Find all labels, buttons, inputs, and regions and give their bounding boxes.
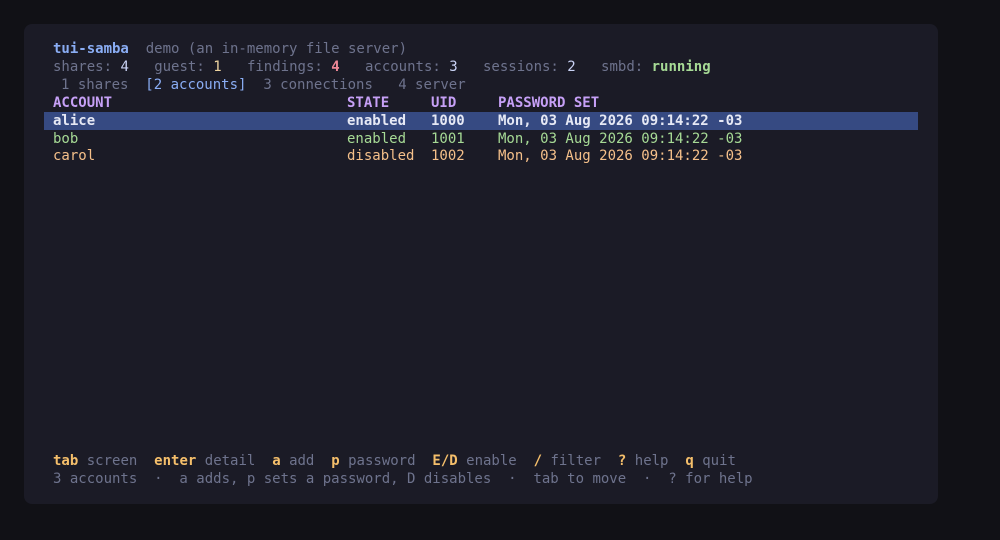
col-password-set: PASSWORD SET [498, 95, 600, 111]
findings-count: 4 [331, 59, 340, 75]
key-quit-desc: quit [702, 453, 736, 469]
cell-uid: 1002 [431, 148, 465, 164]
tab-server[interactable]: 4 server [398, 77, 465, 93]
key-enter: enter [154, 453, 197, 469]
cell-account: alice [53, 113, 96, 129]
key-help-desc: help [634, 453, 669, 469]
tab-shares[interactable]: 1 shares [61, 77, 128, 93]
smbd-status: running [651, 59, 711, 75]
status-line: 3 accounts · a adds, p sets a password, … [53, 471, 753, 487]
cell-account: carol [53, 148, 96, 164]
key-filter-desc: filter [550, 453, 602, 469]
key-enable-desc: enable [466, 453, 517, 469]
key-enter-desc: detail [204, 453, 256, 469]
key-password: p [331, 453, 340, 469]
key-quit: q [685, 453, 694, 469]
key-add-desc: add [289, 453, 315, 469]
cell-password-set: Mon, 03 Aug 2026 09:14:22 -03 [498, 148, 743, 164]
title-line: tui-samba demo (an in-memory file server… [53, 40, 407, 58]
table-row[interactable]: carol disabled 1002 Mon, 03 Aug 2026 09:… [44, 147, 918, 165]
key-tab: tab [53, 453, 79, 469]
cell-state: enabled [347, 131, 407, 147]
col-uid: UID [431, 95, 457, 111]
table-row[interactable]: bob enabled 1001 Mon, 03 Aug 2026 09:14:… [44, 130, 918, 148]
cell-uid: 1001 [431, 131, 465, 147]
shares-label: shares: [53, 59, 113, 75]
key-help: ? [617, 453, 627, 469]
cell-state: enabled [347, 113, 407, 129]
col-state: STATE [347, 95, 390, 111]
key-tab-desc: screen [86, 453, 138, 469]
accounts-count: 3 [449, 59, 458, 75]
sessions-label: sessions: [483, 59, 559, 75]
key-password-desc: password [348, 453, 416, 469]
table-header: ACCOUNT STATE UID PASSWORD SET [44, 94, 918, 112]
table-row[interactable]: alice enabled 1000 Mon, 03 Aug 2026 09:1… [44, 112, 918, 130]
guest-count: 1 [213, 59, 222, 75]
key-filter: / [533, 453, 543, 469]
key-add: a [272, 453, 281, 469]
cell-state: disabled [347, 148, 415, 164]
sessions-count: 2 [567, 59, 576, 75]
col-account: ACCOUNT [53, 95, 113, 111]
findings-label: findings: [246, 59, 323, 75]
key-enable: E/D [432, 453, 458, 469]
tab-connections[interactable]: 3 connections [263, 77, 373, 93]
shares-count: 4 [120, 59, 129, 75]
tab-bar: 1 shares [2 accounts] 3 connections 4 se… [61, 76, 466, 94]
app-subtitle: demo (an in-memory file server) [145, 41, 408, 57]
guest-label: guest: [154, 59, 205, 75]
key-hints: tab screen enter detail a add p password… [53, 452, 736, 470]
smbd-label: smbd: [601, 59, 644, 75]
cell-uid: 1000 [431, 113, 465, 129]
app-name: tui-samba [53, 41, 129, 57]
stats-line: shares: 4 guest: 1 findings: 4 accounts:… [53, 58, 711, 76]
cell-password-set: Mon, 03 Aug 2026 09:14:22 -03 [498, 113, 743, 129]
accounts-label: accounts: [364, 59, 441, 75]
terminal-window: tui-samba demo (an in-memory file server… [24, 24, 938, 504]
cell-account: bob [53, 131, 79, 147]
cell-password-set: Mon, 03 Aug 2026 09:14:22 -03 [498, 131, 743, 147]
tab-accounts[interactable]: [2 accounts] [145, 77, 246, 93]
